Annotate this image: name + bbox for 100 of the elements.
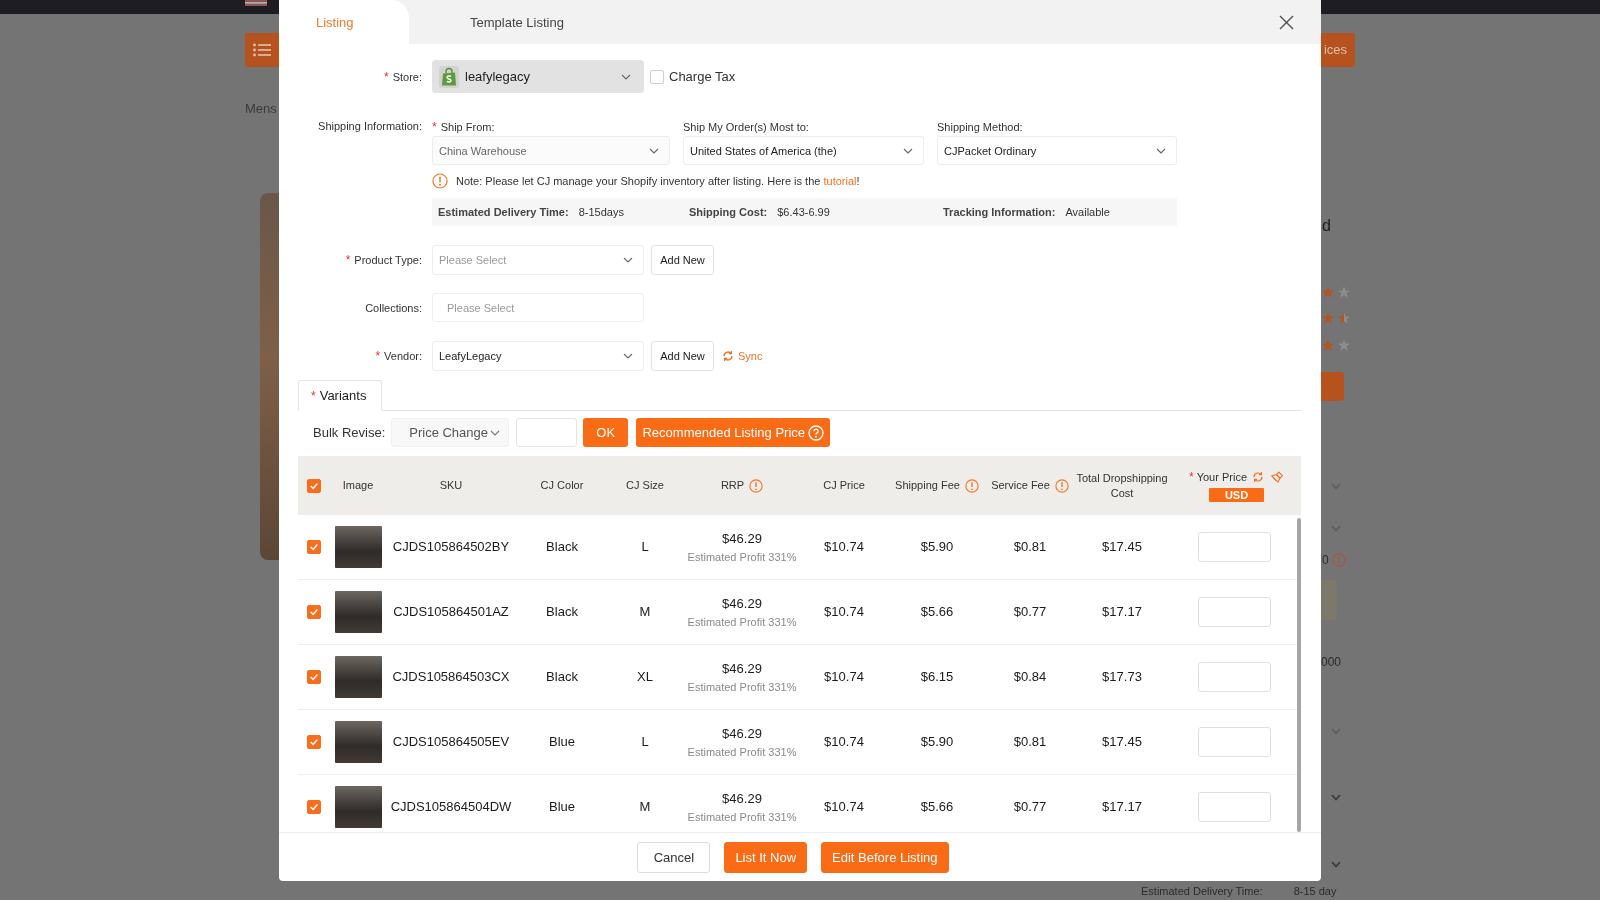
shipping-fee-cell: $6.15: [920, 669, 954, 685]
chevron-down-icon: [903, 147, 913, 154]
dropdown[interactable]: CJPacket Ordinary: [937, 136, 1177, 165]
cj-price-cell: $10.74: [824, 539, 864, 555]
field-label: Ship My Order(s) Most to:: [683, 120, 809, 134]
total-cost-cell: $17.45: [1102, 539, 1142, 555]
chevron-down-icon: [621, 73, 631, 80]
column-header: Your Price: [1196, 469, 1247, 485]
add-new-button[interactable]: Add New: [651, 245, 714, 275]
dropdown[interactable]: United States of America (the): [683, 136, 924, 165]
category-label: Mens: [245, 102, 277, 116]
rrp-cell: $46.29: [722, 790, 762, 807]
brush-icon[interactable]: [1270, 470, 1284, 484]
total-cost-cell: $17.45: [1102, 734, 1142, 750]
field-label: Vendor:: [384, 349, 422, 363]
collections-field[interactable]: Please Select: [432, 293, 644, 322]
bulk-value-field[interactable]: [516, 418, 578, 447]
required-mark: *: [375, 349, 381, 363]
color-cell: Black: [546, 669, 578, 685]
chevron-down-icon: [1331, 728, 1341, 735]
notice-panel: [1321, 580, 1337, 620]
column-header: CJ Price: [823, 478, 865, 493]
cj-price-cell: $10.74: [824, 734, 864, 750]
profit-note: Estimated Profit 331%: [687, 679, 797, 694]
photo-placeholder: [334, 526, 382, 568]
color-cell: Black: [546, 539, 578, 555]
required-mark: *: [1189, 470, 1194, 484]
price-input[interactable]: [1198, 792, 1271, 822]
rrp-cell: $46.29: [722, 530, 762, 547]
menu-icon: [253, 43, 271, 57]
service-fee-cell: $0.77: [1013, 604, 1047, 620]
column-header: Total Dropshipping Cost: [1075, 470, 1169, 501]
check-icon: [309, 480, 319, 491]
required-mark: *: [345, 253, 351, 267]
chevron-down-icon: [623, 257, 633, 263]
profit-note: Estimated Profit 331%: [687, 614, 797, 629]
count-text: 0: [1322, 553, 1329, 567]
total-cost-cell: $17.17: [1102, 799, 1142, 815]
profit-note: Estimated Profit 331%: [687, 809, 797, 824]
bulk-mode-select[interactable]: Price Change: [391, 418, 510, 447]
row-checkbox[interactable]: [307, 735, 321, 749]
sku-cell: CJDS105864501AZ: [393, 604, 509, 620]
field-label: Shipping Information:: [318, 119, 422, 133]
sku-cell: CJDS105864502BY: [392, 539, 510, 555]
product-title: d: [1321, 218, 1331, 234]
rrp-cell: $46.29: [722, 595, 762, 612]
chevron-down-icon: [623, 353, 633, 359]
scrollbar[interactable]: [1297, 518, 1301, 832]
photo-placeholder: [334, 591, 382, 633]
profit-note: Estimated Profit 331%: [687, 744, 797, 759]
chevron-down-icon: [1331, 525, 1341, 532]
sku-cell: CJDS105864504DW: [390, 799, 512, 815]
price-input[interactable]: [1198, 597, 1271, 627]
close-button[interactable]: [1279, 14, 1294, 30]
menu-button[interactable]: [245, 33, 279, 67]
check-icon: [309, 607, 319, 617]
row-checkbox[interactable]: [307, 670, 321, 684]
shipping-fee-cell: $5.66: [920, 604, 954, 620]
profit-note: Estimated Profit 331%: [687, 549, 797, 564]
field-label: Ship From:: [440, 120, 495, 134]
summary-value: 8-15days: [578, 206, 624, 218]
check-icon: [309, 672, 319, 682]
sku-cell: CJDS105864503CX: [392, 669, 510, 685]
price-input[interactable]: [1198, 662, 1271, 692]
checkbox[interactable]: [650, 69, 664, 84]
column-header: CJ Color: [540, 478, 584, 493]
help-icon: [808, 424, 825, 441]
variants-tab[interactable]: * Variants: [298, 380, 382, 411]
refresh-icon[interactable]: [1252, 471, 1264, 483]
price-input[interactable]: [1198, 532, 1271, 562]
check-icon: [309, 802, 319, 812]
row-checkbox[interactable]: [307, 540, 321, 554]
column-header: Image: [342, 478, 374, 493]
add-new-button[interactable]: Add New: [651, 341, 714, 371]
price-input[interactable]: [1198, 727, 1271, 757]
cj-price-cell: $10.74: [824, 799, 864, 815]
summary-label: Shipping Cost:: [689, 206, 768, 218]
shipping-fee-cell: $5.90: [920, 539, 954, 555]
refresh-icon: [722, 350, 734, 362]
summary-value: Available: [1065, 206, 1110, 218]
size-cell: L: [641, 734, 649, 750]
chevron-down-icon: [1331, 861, 1341, 868]
row-checkbox[interactable]: [307, 800, 321, 814]
total-cost-cell: $17.17: [1102, 604, 1142, 620]
service-fee-cell: $0.77: [1013, 799, 1047, 815]
dialog-tab[interactable]: Template Listing: [409, 0, 574, 44]
row-checkbox[interactable]: [307, 605, 321, 619]
chevron-down-icon: [490, 429, 501, 436]
footer-button[interactable]: Cancel: [637, 841, 711, 873]
vendor-select[interactable]: LeafyLegacy: [432, 341, 644, 371]
column-header: RRP: [720, 478, 745, 493]
field-label: Product Type:: [354, 253, 422, 267]
size-cell: M: [639, 799, 651, 815]
note-text: Note: Please let CJ manage your Shopify inventory after listing. Here is the tutorial!: [456, 175, 860, 187]
column-header: Shipping Fee: [895, 478, 960, 493]
shipping-fee-cell: $5.90: [920, 734, 954, 750]
bulk-revise-label: Bulk Revise:: [313, 425, 386, 440]
select-all-checkbox[interactable]: [307, 478, 321, 493]
service-fee-cell: $0.84: [1013, 669, 1047, 685]
delivery-value: 8-15 day: [1293, 884, 1337, 897]
